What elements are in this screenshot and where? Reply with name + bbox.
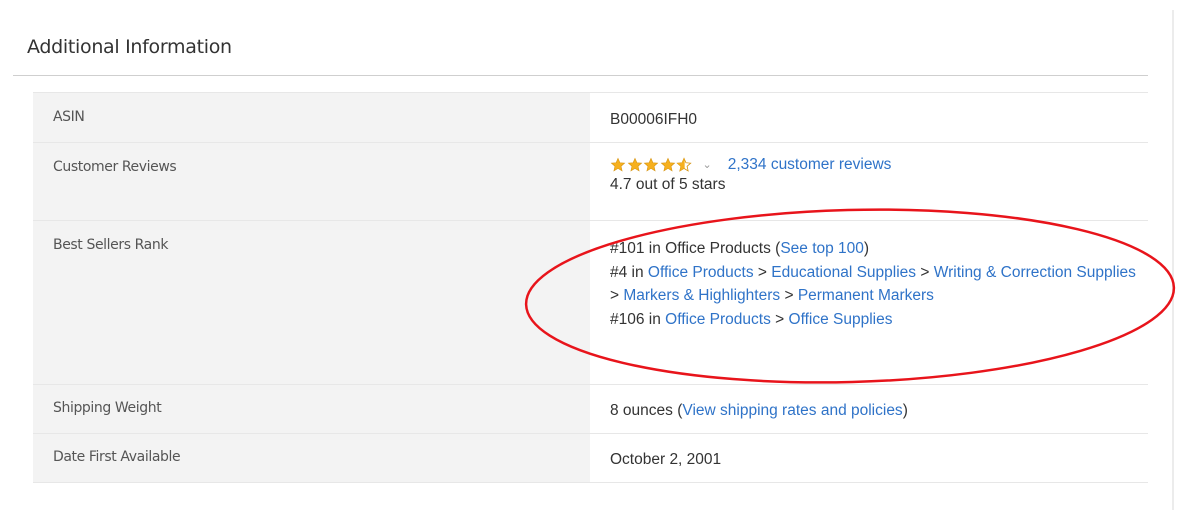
date-first-available-value: October 2, 2001 [590, 433, 1148, 483]
rank-line-overall: #101 in Office Products (See top 100) [610, 240, 870, 257]
category-link-markers-highlighters[interactable]: Markers & Highlighters [623, 287, 780, 304]
star-full-icon [627, 157, 642, 172]
row-label: Shipping Weight [33, 384, 590, 434]
star-half-icon [676, 157, 692, 172]
shipping-rates-link[interactable]: View shipping rates and policies [682, 402, 902, 419]
customer-reviews-value: ⌄ 2,334 customer reviews 4.7 out of 5 sta… [590, 142, 1148, 221]
row-label: Date First Available [33, 433, 590, 483]
table-row-best-sellers-rank: Best Sellers Rank #101 in Office Product… [33, 220, 1148, 385]
asin-value: B00006IFH0 [590, 92, 1148, 143]
rating-text: 4.7 out of 5 stars [610, 176, 726, 194]
customer-reviews-link[interactable]: 2,334 customer reviews [728, 156, 892, 173]
section-title: Additional Information [27, 36, 232, 58]
section-divider [13, 75, 1148, 76]
right-border [1172, 10, 1174, 510]
rank-line-category: #4 in Office Products > Educational Supp… [610, 263, 1136, 305]
category-link-office-products[interactable]: Office Products [648, 264, 754, 281]
table-row-asin: ASIN B00006IFH0 [33, 92, 1148, 143]
table-row-customer-reviews: Customer Reviews ⌄ 2,334 customer reviews [33, 142, 1148, 221]
additional-info-table: ASIN B00006IFH0 Customer Reviews ⌄ 2,334… [33, 92, 1148, 483]
shipping-weight-value: 8 ounces (View shipping rates and polici… [590, 384, 1148, 434]
star-full-icon [610, 157, 626, 172]
category-link-writing-correction-supplies[interactable]: Writing & Correction Supplies [934, 264, 1136, 281]
page: Additional Information ASIN B00006IFH0 C… [0, 0, 1200, 519]
table-row-shipping-weight: Shipping Weight 8 ounces (View shipping … [33, 384, 1148, 434]
row-label: Customer Reviews [33, 142, 590, 221]
category-link-office-products-2[interactable]: Office Products [665, 311, 771, 328]
best-sellers-rank-value: #101 in Office Products (See top 100) #4… [590, 220, 1148, 385]
star-full-icon [643, 157, 659, 172]
star-rating[interactable] [610, 157, 693, 173]
category-link-educational-supplies[interactable]: Educational Supplies [771, 264, 916, 281]
table-row-date-first-available: Date First Available October 2, 2001 [33, 433, 1148, 483]
category-link-permanent-markers[interactable]: Permanent Markers [798, 287, 934, 304]
chevron-down-icon[interactable]: ⌄ [703, 155, 712, 175]
row-label: ASIN [33, 92, 590, 143]
category-link-office-supplies[interactable]: Office Supplies [789, 311, 893, 328]
see-top-100-link[interactable]: See top 100 [780, 240, 864, 257]
star-full-icon [660, 157, 675, 172]
rank-line-subcategory: #106 in Office Products > Office Supplie… [610, 310, 893, 328]
row-label: Best Sellers Rank [33, 220, 590, 385]
